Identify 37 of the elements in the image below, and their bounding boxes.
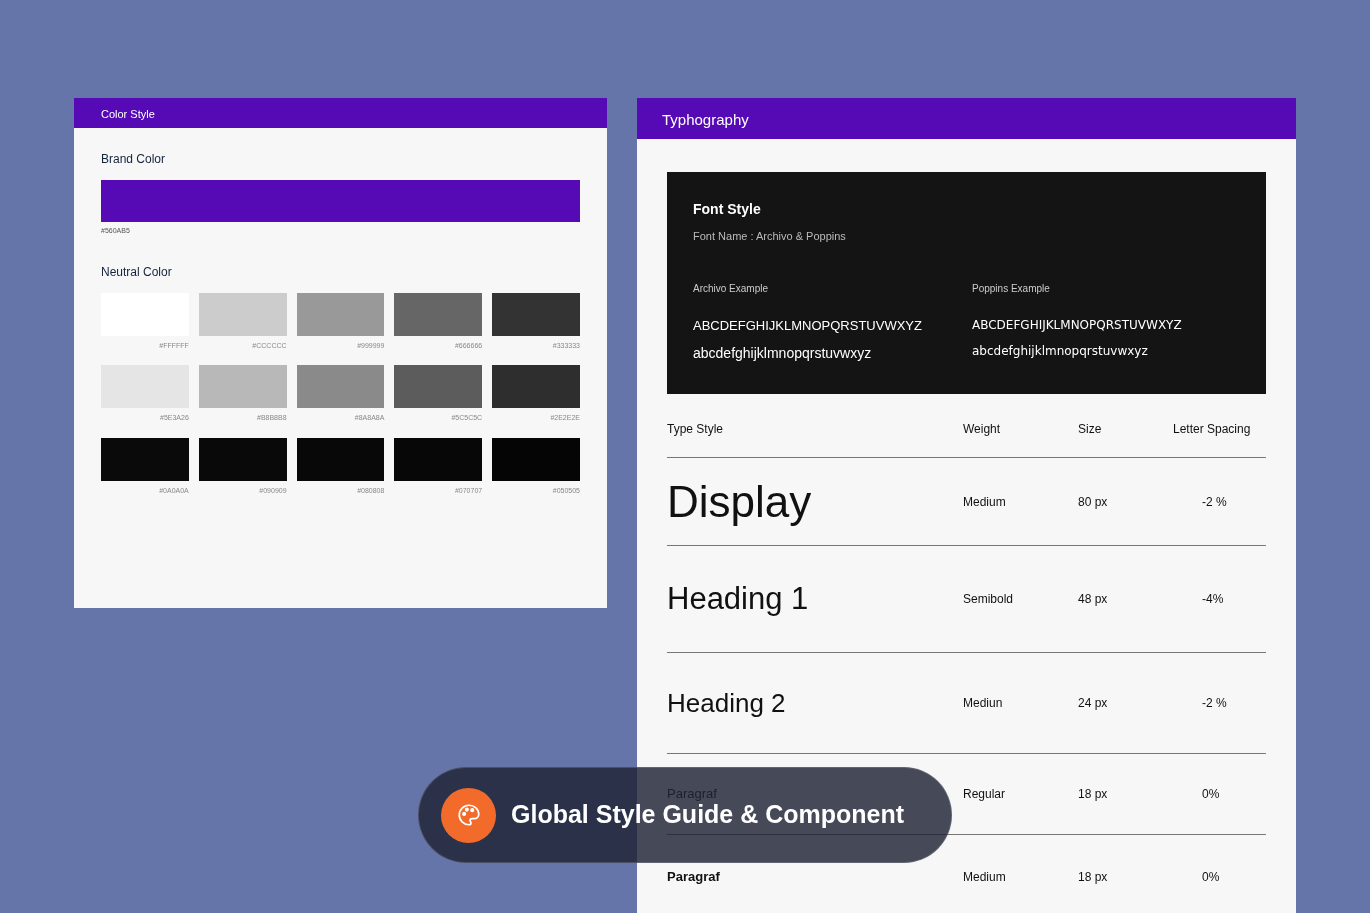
table-cell: Mediun <box>963 696 1003 710</box>
type-style-sample: Display <box>667 476 812 526</box>
table-cell: -4% <box>1202 592 1224 606</box>
example-label: Archivo Example <box>693 281 770 296</box>
palette-icon <box>441 787 496 843</box>
column-header: Letter Spacing <box>1173 421 1251 436</box>
column-header: Type Style <box>667 421 724 436</box>
table-cell: -2 % <box>1202 494 1227 509</box>
panel-header: Color Style <box>74 98 607 128</box>
type-style-sample: Heading 1 <box>667 580 809 616</box>
column-header: Weight <box>963 421 1001 436</box>
table-cell: -2 % <box>1202 696 1227 710</box>
table-cell: 18 px <box>1078 787 1108 801</box>
lowercase-sample: abcdefghijklmnopqrstuvwxyz <box>972 342 1149 360</box>
table-cell: Regular <box>963 787 1006 801</box>
table-cell: 48 px <box>1078 592 1108 606</box>
table-cell: 80 px <box>1078 494 1108 509</box>
type-style-sample: Heading 2 <box>667 687 786 718</box>
table-cell: Semibold <box>963 592 1014 606</box>
banner-title: Global Style Guide & Component <box>511 800 905 831</box>
table-cell: Medium <box>963 494 1006 509</box>
column-header: Size <box>1078 421 1102 436</box>
table-cell: 0% <box>1202 869 1220 884</box>
table-cell: 18 px <box>1078 869 1108 884</box>
uppercase-sample: ABCDEFGHIJKLMNOPQRSTUVWXYZ <box>693 316 923 335</box>
lowercase-sample: abcdefghijklmnopqrstuvwxyz <box>693 344 873 363</box>
type-style-sample: Paragraf <box>667 868 720 884</box>
panel-header: Typhography <box>637 98 1296 139</box>
table-cell: 24 px <box>1078 696 1108 710</box>
section-heading: Brand Color <box>101 151 167 168</box>
section-heading: Neutral Color <box>101 263 173 281</box>
table-cell: Medium <box>963 869 1006 884</box>
uppercase-sample: ABCDEFGHIJKLMNOPQRSTUVWXYZ <box>972 316 1183 334</box>
example-label: Poppins Example <box>972 281 1051 296</box>
card-subtitle: Font Name : Archivo & Poppins <box>693 229 847 244</box>
card-title: Font Style <box>693 200 762 219</box>
table-cell: 0% <box>1202 787 1220 801</box>
